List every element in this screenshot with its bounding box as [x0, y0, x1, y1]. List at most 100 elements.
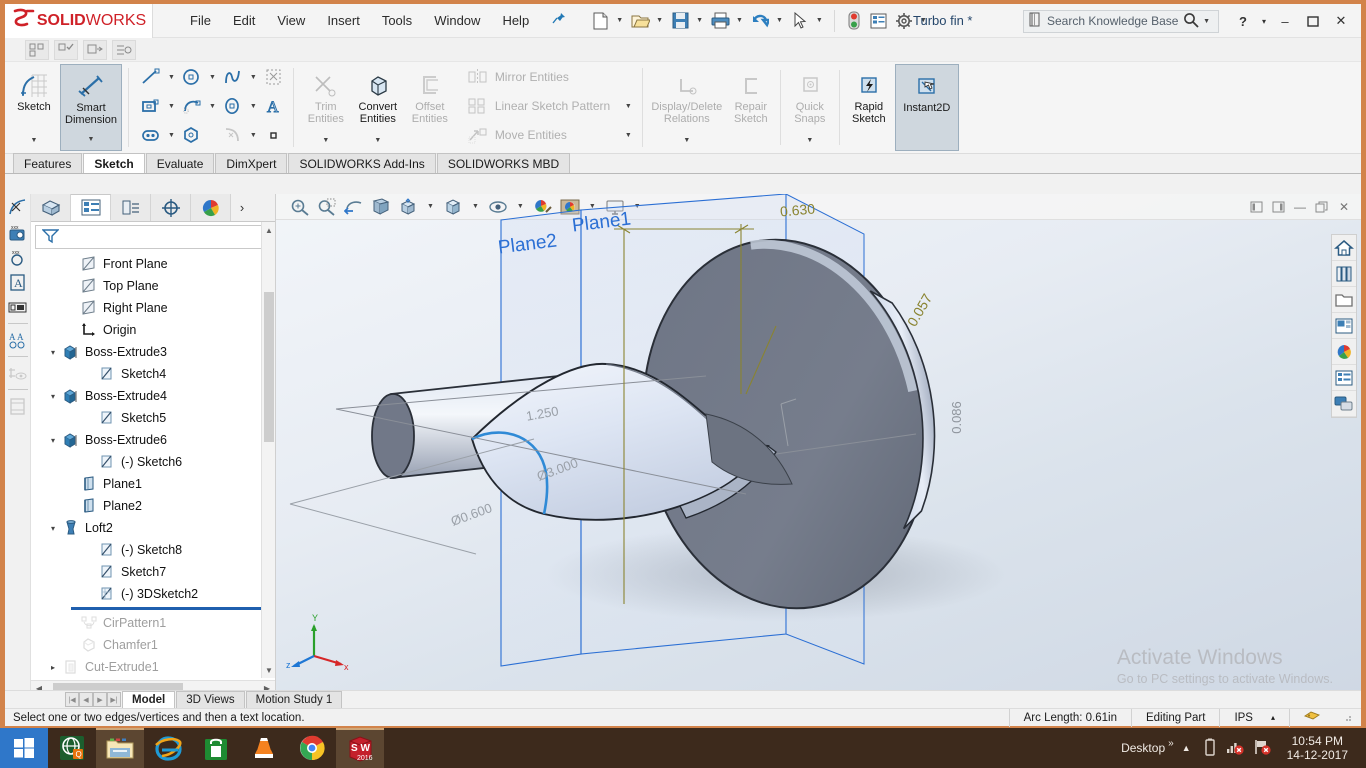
search-knowledge-base[interactable]: Search Knowledge Base ▼ [1023, 9, 1219, 33]
menu-edit[interactable]: Edit [222, 9, 266, 32]
scroll-thumb[interactable] [264, 292, 274, 442]
tree-node[interactable]: ▾ Loft2 [31, 517, 275, 539]
dimxpert-manager-tab[interactable] [151, 194, 191, 221]
chevron-up-icon[interactable]: ▴ [1253, 713, 1275, 722]
chevron-down-icon[interactable]: ▼ [621, 132, 636, 139]
save-button[interactable]: ▼ [668, 9, 707, 33]
bottom-tab-motion-study[interactable]: Motion Study 1 [245, 691, 343, 708]
chevron-down-icon[interactable]: ▼ [164, 103, 179, 110]
network-error-icon[interactable] [1221, 738, 1249, 759]
section-icon[interactable] [7, 395, 29, 417]
help-dropdown-icon[interactable]: ▾ [1257, 9, 1271, 33]
undo-button[interactable]: ▼ [748, 9, 787, 33]
google-chrome-icon[interactable] [288, 728, 336, 768]
mass-properties-icon[interactable]: xxx [7, 246, 29, 268]
compare-icon[interactable]: AA [7, 329, 29, 351]
new-document-button[interactable]: ▼ [588, 9, 627, 33]
quick-snaps-command[interactable]: Quick Snaps ▼ [784, 64, 836, 151]
fully-define-sketch-icon[interactable] [54, 39, 78, 60]
chevron-down-icon[interactable]: ▼ [812, 17, 827, 24]
chevron-down-icon[interactable]: ▼ [322, 135, 329, 151]
sketch-relations-icon[interactable] [7, 196, 29, 218]
file-properties-button[interactable] [867, 9, 891, 33]
chevron-down-icon[interactable]: ▼ [246, 74, 261, 81]
repair-sketch-command[interactable]: Repair Sketch [725, 64, 777, 151]
sketch-command[interactable]: Sketch ▼ [8, 64, 60, 151]
tree-node[interactable]: (-) Sketch6 [31, 451, 275, 473]
chevron-down-icon[interactable]: ▼ [692, 17, 707, 24]
tab-features[interactable]: Features [13, 153, 83, 173]
arc-icon[interactable] [179, 94, 205, 118]
tree-node[interactable]: Plane2 [31, 495, 275, 517]
feature-filter-row[interactable] [35, 225, 271, 249]
expander-collapse-icon[interactable]: ▾ [45, 392, 61, 401]
polygon-icon[interactable] [179, 123, 205, 147]
tree-node[interactable]: ▾ Boss-Extrude4 [31, 385, 275, 407]
spline-icon[interactable] [220, 65, 246, 89]
scroll-up-icon[interactable]: ▲ [262, 222, 276, 238]
appearances-icon[interactable] [1332, 339, 1356, 365]
custom-properties-icon[interactable] [1332, 365, 1356, 391]
rollback-bar[interactable] [71, 607, 275, 610]
tree-node[interactable]: Top Plane [31, 275, 275, 297]
windows-store-icon[interactable] [192, 728, 240, 768]
last-icon[interactable]: ▶| [107, 692, 121, 707]
tree-node[interactable]: Sketch7 [31, 561, 275, 583]
trim-entities-command[interactable]: Trim Entities ▼ [300, 64, 352, 151]
chevron-down-icon[interactable]: ▼ [652, 17, 667, 24]
tree-node[interactable]: Front Plane [31, 253, 275, 275]
battery-icon[interactable] [1199, 738, 1221, 759]
menu-view[interactable]: View [266, 9, 316, 32]
property-manager-tab[interactable] [71, 194, 111, 221]
chevron-down-icon[interactable]: ▼ [88, 134, 95, 150]
home-icon[interactable] [1332, 235, 1356, 261]
sketch-pattern-icon[interactable] [261, 65, 287, 89]
select-button[interactable]: ▼ [788, 9, 827, 33]
offset-entities-command[interactable]: Offset Entities [404, 64, 456, 151]
chevron-down-icon[interactable]: ▼ [806, 135, 813, 151]
chevron-down-icon[interactable]: ▼ [1199, 18, 1214, 25]
chevron-down-icon[interactable]: ▼ [621, 103, 636, 110]
scroll-down-icon[interactable]: ▼ [262, 662, 276, 678]
display-manager-tab[interactable] [191, 194, 231, 221]
chevron-down-icon[interactable]: ▼ [164, 132, 179, 139]
tab-solidworks-mbd[interactable]: SOLIDWORKS MBD [436, 153, 571, 173]
rapid-sketch-command[interactable]: Rapid Sketch [843, 64, 895, 151]
slot-icon[interactable] [138, 123, 164, 147]
expander-collapse-icon[interactable]: ▾ [45, 436, 61, 445]
next-icon[interactable]: ▶ [93, 692, 107, 707]
sketch-picture-icon[interactable] [83, 39, 107, 60]
smart-dimension-command[interactable]: Smart Dimension ▼ [60, 64, 122, 151]
help-button[interactable]: ? [1229, 9, 1257, 33]
tree-node[interactable]: ▾ Boss-Extrude3 [31, 341, 275, 363]
chevron-down-icon[interactable]: ▼ [683, 135, 690, 151]
desktop-peek-label[interactable]: Desktop [1121, 741, 1165, 755]
chevron-down-icon[interactable]: ▼ [772, 17, 787, 24]
solidworks-2016-icon[interactable]: S W 2016 [336, 728, 384, 768]
configuration-manager-tab[interactable] [111, 194, 151, 221]
status-units[interactable]: IPS ▴ [1219, 708, 1289, 727]
open-document-button[interactable]: ▼ [628, 9, 667, 33]
search-icon[interactable] [1183, 12, 1199, 31]
search-input[interactable]: Search Knowledge Base [1042, 14, 1183, 28]
tree-node[interactable]: ▾ Boss-Extrude6 [31, 429, 275, 451]
expander-expand-icon[interactable]: ▸ [45, 663, 61, 672]
action-center-error-icon[interactable] [1249, 738, 1277, 759]
pin-icon[interactable] [552, 12, 566, 29]
more-tabs-chevron-right-icon[interactable]: › [231, 194, 253, 221]
point-icon[interactable] [261, 123, 287, 147]
graphics-viewport[interactable]: ▼ ▼ ▼ ▼ ▼ — ✕ [276, 194, 1361, 696]
network-globe-icon[interactable]: Q [48, 728, 96, 768]
print-button[interactable]: ▼ [708, 9, 747, 33]
tab-solidworks-addins[interactable]: SOLIDWORKS Add-Ins [288, 153, 436, 173]
tree-node[interactable]: Sketch5 [31, 407, 275, 429]
previous-icon[interactable]: ◀ [79, 692, 93, 707]
mirror-entities-command[interactable]: Mirror Entities [465, 64, 636, 90]
rectangle-icon[interactable] [138, 94, 164, 118]
chevron-down-icon[interactable]: ▼ [164, 74, 179, 81]
tree-node[interactable]: Origin [31, 319, 275, 341]
chevron-down-icon[interactable]: ▼ [374, 135, 381, 151]
text-icon[interactable]: A [261, 94, 287, 118]
tree-node[interactable]: (-) Sketch8 [31, 539, 275, 561]
menu-insert[interactable]: Insert [316, 9, 371, 32]
